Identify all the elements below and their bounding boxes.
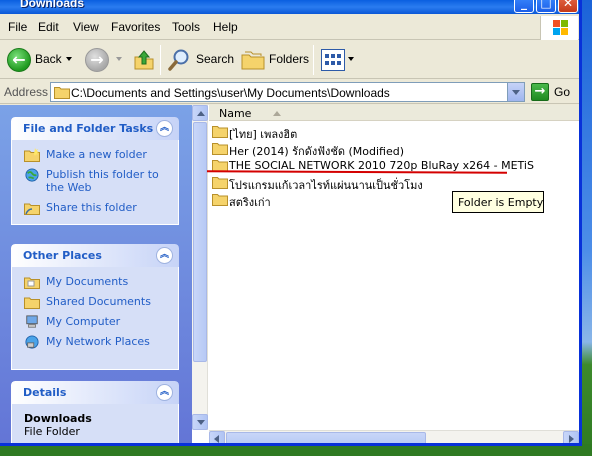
place-my-documents[interactable]: My Documents [24,275,168,289]
scroll-right-button[interactable] [563,431,579,443]
place-label[interactable]: My Network Places [46,335,150,348]
panel-title: Details [23,386,67,399]
menu-help[interactable]: Help [213,20,238,34]
panel-title: Other Places [23,249,102,262]
new-folder-icon [24,148,40,162]
details-panel: Details ︽ Downloads File Folder [11,381,179,443]
address-path[interactable]: C:\Documents and Settings\user\My Docume… [71,86,390,100]
file-name[interactable]: โปรแกรมแก้เวลาไรท์แผ่นนานเป็นชั่วโมง [229,176,423,194]
folder-icon [212,194,228,206]
menu-view[interactable]: View [73,20,99,34]
title-bar[interactable]: Downloads _ □ ✕ [0,0,579,14]
toolbar-separator [313,45,314,75]
back-arrow-icon[interactable]: ← [7,48,31,72]
address-bar: Address C:\Documents and Settings\user\M… [0,80,579,104]
other-places-panel: Other Places ︽ My Documents Shared Docum… [11,244,179,370]
menu-bar: File Edit View Favorites Tools Help [0,16,579,40]
horizontal-scroll-thumb[interactable] [226,432,426,443]
scroll-up-button[interactable] [192,105,208,121]
details-folder-type: File Folder [24,425,80,438]
panel-body: Downloads File Folder [11,404,179,443]
go-arrow-icon[interactable]: → [531,83,549,101]
folders-icon[interactable] [241,50,265,70]
panel-header[interactable]: Other Places ︽ [11,244,179,267]
place-label[interactable]: My Documents [46,275,128,288]
folders-button-label[interactable]: Folders [269,52,309,66]
menu-tools[interactable]: Tools [172,20,200,34]
folder-tooltip: Folder is Empty [452,191,544,213]
menu-favorites[interactable]: Favorites [111,20,160,34]
task-label[interactable]: Publish this folder to the Web [46,168,159,194]
folder-icon [54,87,70,99]
globe-icon [25,168,39,182]
scroll-down-button[interactable] [192,414,208,430]
place-shared-documents[interactable]: Shared Documents [24,295,168,309]
file-list-pane: Name [ไทย] เพลงฮิต Her (2014) รักดังฟังช… [192,105,579,443]
panel-title: File and Folder Tasks [23,122,154,135]
back-dropdown-arrow[interactable] [66,57,72,61]
task-label[interactable]: Share this folder [46,201,137,214]
file-name[interactable]: Her (2014) รักดังฟังชัด (Modified) [229,142,404,160]
back-button-label[interactable]: Back [35,52,62,66]
folder-icon [212,143,228,155]
place-label[interactable]: My Computer [46,315,120,328]
network-places-icon [25,335,39,349]
search-icon[interactable] [167,48,191,72]
computer-icon [26,315,38,328]
forward-dropdown-arrow[interactable] [116,57,122,61]
collapse-chevron-icon[interactable]: ︽ [156,120,173,137]
address-dropdown-button[interactable] [507,83,524,101]
minimize-button[interactable]: _ [514,0,534,13]
share-folder-icon [24,203,40,215]
go-button-label[interactable]: Go [554,85,570,99]
column-name-label[interactable]: Name [219,107,251,120]
task-publish-web[interactable]: Publish this folder to the Web [24,168,168,194]
task-label[interactable]: Make a new folder [46,148,147,161]
details-folder-name: Downloads [24,412,92,425]
place-label[interactable]: Shared Documents [46,295,151,308]
vertical-scroll-thumb[interactable] [193,122,207,362]
name-column-header[interactable]: Name [209,105,579,121]
panel-header[interactable]: File and Folder Tasks ︽ [11,117,179,140]
horizontal-scrollbar[interactable] [209,430,579,443]
sort-ascending-icon [273,111,281,116]
window-title: Downloads [20,0,85,10]
menu-file[interactable]: File [8,20,27,34]
red-annotation-underline [206,170,508,174]
explorer-window: Downloads _ □ ✕ File Edit View Favorites… [0,0,582,446]
shared-documents-icon [24,297,40,309]
forward-arrow-icon[interactable]: → [85,48,109,72]
panel-body: Make a new folder Publish this folder to… [11,140,179,225]
folder-up-icon[interactable] [133,49,155,71]
close-button[interactable]: ✕ [558,0,578,13]
windows-logo [540,16,578,40]
collapse-chevron-icon[interactable]: ︽ [156,384,173,401]
toolbar-separator [160,45,161,75]
place-my-computer[interactable]: My Computer [24,315,168,328]
standard-toolbar: ← Back → Search Folders [0,41,579,79]
menu-edit[interactable]: Edit [38,20,59,34]
address-label: Address [4,85,49,99]
search-button-label[interactable]: Search [196,52,234,66]
file-name[interactable]: [ไทย] เพลงฮิต [229,125,297,143]
views-dropdown-arrow[interactable] [348,57,354,61]
vertical-scrollbar[interactable] [192,105,208,430]
windows-flag-icon [553,20,569,36]
file-name[interactable]: สตริงเก่า [229,193,271,211]
task-share-folder[interactable]: Share this folder [24,201,168,215]
place-my-network-places[interactable]: My Network Places [24,335,168,349]
scroll-left-button[interactable] [209,431,225,443]
task-new-folder[interactable]: Make a new folder [24,148,168,162]
folder-icon [212,177,228,189]
file-folder-tasks-panel: File and Folder Tasks ︽ Make a new folde… [11,117,179,225]
my-documents-icon [24,277,40,289]
folder-icon [212,126,228,138]
views-grid-icon[interactable] [321,49,345,71]
task-pane: File and Folder Tasks ︽ Make a new folde… [0,105,192,443]
panel-body: My Documents Shared Documents My Compute… [11,267,179,370]
collapse-chevron-icon[interactable]: ︽ [156,247,173,264]
maximize-button[interactable]: □ [536,0,556,13]
panel-header[interactable]: Details ︽ [11,381,179,404]
address-input[interactable]: C:\Documents and Settings\user\My Docume… [50,82,525,102]
